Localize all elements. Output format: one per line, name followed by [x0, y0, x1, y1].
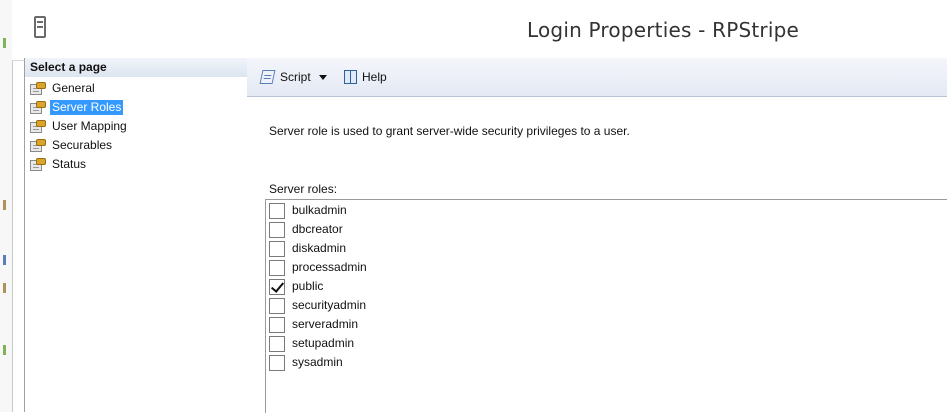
- role-name: securityadmin: [292, 298, 367, 312]
- window-title: Login Properties - RPStripe: [527, 18, 799, 42]
- page-item-general[interactable]: General: [30, 79, 129, 98]
- server-roles-page: Server role is used to grant server-wide…: [247, 97, 947, 413]
- page-item-label: Status: [52, 157, 87, 171]
- role-checkbox[interactable]: [269, 259, 285, 276]
- role-row-serveradmin[interactable]: serveradmin: [269, 315, 358, 334]
- role-checkbox[interactable]: [269, 297, 285, 314]
- role-checkbox[interactable]: [269, 221, 285, 238]
- role-name: sysadmin: [292, 355, 343, 369]
- role-name: diskadmin: [292, 241, 347, 255]
- page-item-securables[interactable]: Securables: [30, 136, 129, 155]
- role-row-securityadmin[interactable]: securityadmin: [269, 296, 366, 315]
- page-selector-pane: Select a page General Server Roles User …: [24, 58, 248, 412]
- role-checkbox-checked[interactable]: [269, 278, 285, 295]
- role-name: setupadmin: [292, 336, 355, 350]
- page-wrench-icon: [30, 119, 47, 134]
- role-checkbox[interactable]: [269, 335, 285, 352]
- role-row-diskadmin[interactable]: diskadmin: [269, 239, 346, 258]
- role-name: bulkadmin: [292, 203, 347, 217]
- toolbar: Script Help: [247, 58, 947, 97]
- page-item-label: Server Roles: [50, 100, 124, 115]
- role-checkbox[interactable]: [269, 354, 285, 371]
- script-button[interactable]: Script: [259, 68, 327, 86]
- page-item-status[interactable]: Status: [30, 155, 129, 174]
- role-row-public[interactable]: public: [269, 277, 323, 296]
- server-roles-label: Server roles:: [269, 182, 338, 196]
- role-row-setupadmin[interactable]: setupadmin: [269, 334, 354, 353]
- page-item-user-mapping[interactable]: User Mapping: [30, 117, 129, 136]
- role-row-bulkadmin[interactable]: bulkadmin: [269, 201, 347, 220]
- page-selector-header: Select a page: [25, 58, 247, 77]
- page-item-label: User Mapping: [52, 119, 127, 133]
- background-window-edge: [0, 0, 13, 412]
- page-description: Server role is used to grant server-wide…: [269, 124, 630, 138]
- server-roles-list[interactable]: bulkadmin dbcreator diskadmin processadm…: [265, 199, 947, 413]
- role-row-dbcreator[interactable]: dbcreator: [269, 220, 343, 239]
- role-name: public: [292, 279, 324, 293]
- help-button[interactable]: Help: [343, 68, 387, 86]
- script-icon: [259, 69, 277, 85]
- script-label: Script: [280, 70, 311, 84]
- page-item-label: General: [52, 81, 95, 95]
- app-icon: [34, 16, 46, 38]
- role-row-sysadmin[interactable]: sysadmin: [269, 353, 343, 372]
- page-list: General Server Roles User Mapping Secura…: [30, 79, 129, 174]
- role-checkbox[interactable]: [269, 240, 285, 257]
- role-name: dbcreator: [292, 222, 343, 236]
- page-wrench-icon: [30, 81, 47, 96]
- page-wrench-icon: [30, 157, 47, 172]
- role-row-processadmin[interactable]: processadmin: [269, 258, 367, 277]
- page-item-server-roles[interactable]: Server Roles: [30, 98, 129, 117]
- help-label: Help: [362, 70, 387, 84]
- page-wrench-icon: [30, 138, 47, 153]
- role-name: serveradmin: [292, 317, 359, 331]
- page-wrench-icon: [30, 100, 47, 115]
- help-book-icon: [343, 69, 359, 85]
- title-bar: Login Properties - RPStripe: [12, 0, 947, 61]
- chevron-down-icon[interactable]: [318, 74, 327, 80]
- role-name: processadmin: [292, 260, 367, 274]
- page-item-label: Securables: [52, 138, 113, 152]
- login-properties-window: Login Properties - RPStripe Select a pag…: [0, 0, 947, 413]
- role-checkbox[interactable]: [269, 316, 285, 333]
- role-checkbox[interactable]: [269, 202, 285, 219]
